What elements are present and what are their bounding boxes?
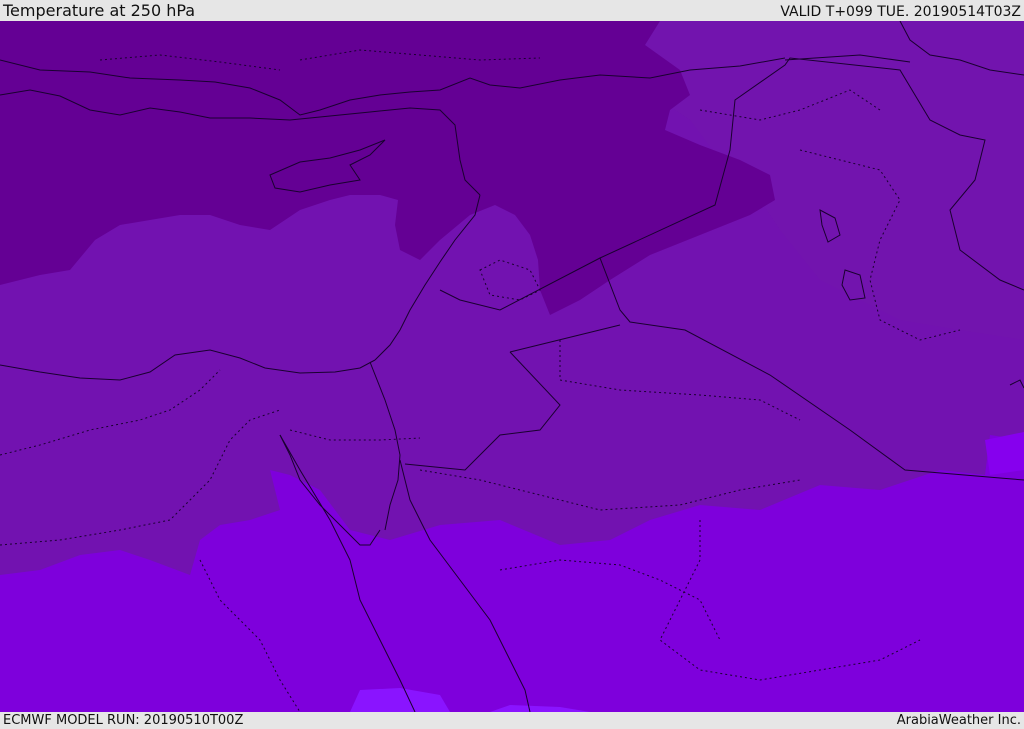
model-run-label: ECMWF MODEL RUN: 20190510T00Z xyxy=(3,713,244,728)
map-header: Temperature at 250 hPa VALID T+099 TUE. … xyxy=(0,0,1024,21)
credit-label: ArabiaWeather Inc. xyxy=(896,713,1021,728)
map-title: Temperature at 250 hPa xyxy=(3,1,196,20)
temperature-map xyxy=(0,21,1024,712)
map-canvas xyxy=(0,21,1024,712)
map-footer: ECMWF MODEL RUN: 20190510T00Z ArabiaWeat… xyxy=(0,712,1024,729)
valid-time-label: VALID T+099 TUE. 20190514T03Z xyxy=(780,4,1021,20)
